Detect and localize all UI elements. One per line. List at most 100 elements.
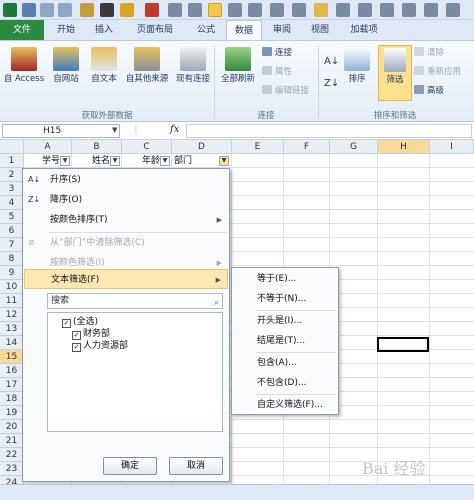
submenu-not-contains[interactable]: 不包含(D)... <box>233 373 337 393</box>
selected-cell-h15[interactable] <box>377 337 429 352</box>
tab-insert[interactable]: 插入 <box>86 20 122 40</box>
from-text-button[interactable]: 自文本 <box>84 47 124 85</box>
tab-addins[interactable]: 加载项 <box>340 20 388 40</box>
submenu-begins-with[interactable]: 开头是(I)... <box>233 311 337 331</box>
font-shrink-icon[interactable] <box>188 3 202 17</box>
tab-page-layout[interactable]: 页面布局 <box>124 20 186 40</box>
row-header[interactable]: 4 <box>0 196 24 210</box>
tab-formulas[interactable]: 公式 <box>188 20 224 40</box>
customize-qat-icon[interactable] <box>446 3 460 17</box>
percent-icon[interactable] <box>270 3 284 17</box>
column-header[interactable]: C <box>122 140 172 154</box>
comma-icon[interactable] <box>292 3 306 17</box>
row-header[interactable]: 9 <box>0 266 24 280</box>
table-icon[interactable] <box>402 3 416 17</box>
advanced-button[interactable]: 高级 <box>414 85 444 98</box>
tab-file[interactable]: 文件 <box>0 20 44 40</box>
connections-button[interactable]: 连接 <box>262 47 292 60</box>
row-header[interactable]: 15 <box>0 350 24 364</box>
filter-dropdown-button-active[interactable]: ▼ <box>219 156 229 166</box>
row-header[interactable]: 14 <box>0 336 24 350</box>
properties-button[interactable]: 属性 <box>262 66 292 79</box>
column-header-selected[interactable]: H <box>378 140 430 154</box>
name-box[interactable]: H15 <box>2 124 120 138</box>
clear-button[interactable]: 清除 <box>414 47 444 60</box>
chart-icon[interactable] <box>380 3 394 17</box>
row-header[interactable]: 1 <box>0 154 24 168</box>
edit-links-button[interactable]: 编辑链接 <box>262 85 309 98</box>
autosum-icon[interactable] <box>228 3 242 17</box>
name-box-dropdown-icon[interactable]: ▼ <box>112 126 117 134</box>
select-all-corner[interactable] <box>0 140 24 154</box>
from-other-sources-button[interactable]: 自其他来源 <box>122 47 172 85</box>
from-web-button[interactable]: 自网站 <box>46 47 86 85</box>
tab-home[interactable]: 开始 <box>48 20 84 40</box>
row-header[interactable]: 23 <box>0 462 24 476</box>
formula-input[interactable] <box>186 124 472 138</box>
submenu-contains[interactable]: 包含(A)... <box>233 353 337 373</box>
submenu-not-equal[interactable]: 不等于(N)... <box>233 289 337 309</box>
checkbox-item[interactable]: ✓ 人力资源部 <box>72 340 128 352</box>
row-header[interactable]: 10 <box>0 280 24 294</box>
row-header[interactable]: 16 <box>0 364 24 378</box>
row-header[interactable]: 5 <box>0 210 24 224</box>
format-painter-icon[interactable] <box>80 3 94 17</box>
column-header[interactable]: E <box>232 140 284 154</box>
row-header[interactable]: 3 <box>0 182 24 196</box>
font-grow-icon[interactable] <box>168 3 182 17</box>
row-header[interactable]: 13 <box>0 322 24 336</box>
fill-color-icon[interactable] <box>120 3 134 17</box>
row-header[interactable]: 8 <box>0 252 24 266</box>
bold-icon[interactable] <box>100 3 114 17</box>
sort-desc-button[interactable]: Z↓ <box>324 77 339 90</box>
column-header[interactable]: B <box>72 140 122 154</box>
column-header[interactable]: G <box>330 140 378 154</box>
row-header[interactable]: 12 <box>0 308 24 322</box>
existing-connections-button[interactable]: 现有连接 <box>172 47 214 85</box>
fx-button[interactable]: fx <box>170 124 179 135</box>
wrap-text-icon[interactable] <box>208 3 222 17</box>
menu-sort-descending[interactable]: Z↓ 降序(O) <box>24 190 228 210</box>
submenu-ends-with[interactable]: 结尾是(T)... <box>233 331 337 351</box>
reapply-button[interactable]: 重新应用 <box>414 66 461 79</box>
sort-icon[interactable] <box>248 3 262 17</box>
folder-icon[interactable] <box>314 3 328 17</box>
row-header[interactable]: 18 <box>0 392 24 406</box>
row-header[interactable]: 2 <box>0 168 24 182</box>
checkbox-item[interactable]: ✓ 财务部 <box>72 328 110 340</box>
row-header[interactable]: 19 <box>0 406 24 420</box>
search-input[interactable]: 搜索 ⌕ <box>47 293 223 309</box>
row-header[interactable]: 17 <box>0 378 24 392</box>
row-header[interactable]: 7 <box>0 238 24 252</box>
ok-button[interactable]: 确定 <box>103 457 157 475</box>
filter-button[interactable]: 筛选 <box>378 45 412 101</box>
layout-icon[interactable] <box>424 3 438 17</box>
column-header[interactable]: A <box>24 140 72 154</box>
filter-dropdown-button[interactable]: ▼ <box>60 156 70 166</box>
save-icon[interactable] <box>22 3 36 17</box>
filter-values-list[interactable]: ✓ (全选) ✓ 财务部 ✓ 人力资源部 <box>47 312 223 432</box>
menu-clear-filter[interactable]: ⊘ 从“部门”中清除筛选(C) <box>24 233 228 253</box>
menu-sort-by-color[interactable]: 按颜色排序(T) ▶ <box>24 210 228 230</box>
font-color-icon[interactable] <box>145 3 159 17</box>
filter-dropdown-button[interactable]: ▼ <box>160 156 170 166</box>
row-header[interactable]: 6 <box>0 224 24 238</box>
row-header[interactable]: 21 <box>0 434 24 448</box>
menu-sort-ascending[interactable]: A↓ 升序(S) <box>24 170 228 190</box>
refresh-all-button[interactable]: 全部刷新 <box>216 47 260 85</box>
filter-dropdown-button[interactable]: ▼ <box>110 156 120 166</box>
row-header[interactable]: 22 <box>0 448 24 462</box>
sort-button[interactable]: 排序 <box>342 47 372 85</box>
submenu-custom-filter[interactable]: 自定义筛选(F)... <box>233 395 337 415</box>
checkbox-select-all[interactable]: ✓ (全选) <box>62 316 98 328</box>
from-access-button[interactable]: 自 Access <box>2 47 46 85</box>
submenu-equals[interactable]: 等于(E)... <box>233 269 337 289</box>
redo-icon[interactable] <box>58 3 72 17</box>
borders-icon[interactable] <box>336 3 350 17</box>
row-header[interactable]: 20 <box>0 420 24 434</box>
tab-view[interactable]: 视图 <box>302 20 338 40</box>
undo-icon[interactable] <box>40 3 54 17</box>
tab-review[interactable]: 审阅 <box>264 20 300 40</box>
sort-asc-button[interactable]: A↓ <box>324 55 339 68</box>
menu-text-filter[interactable]: 文本筛选(F) ▶ <box>24 269 228 289</box>
